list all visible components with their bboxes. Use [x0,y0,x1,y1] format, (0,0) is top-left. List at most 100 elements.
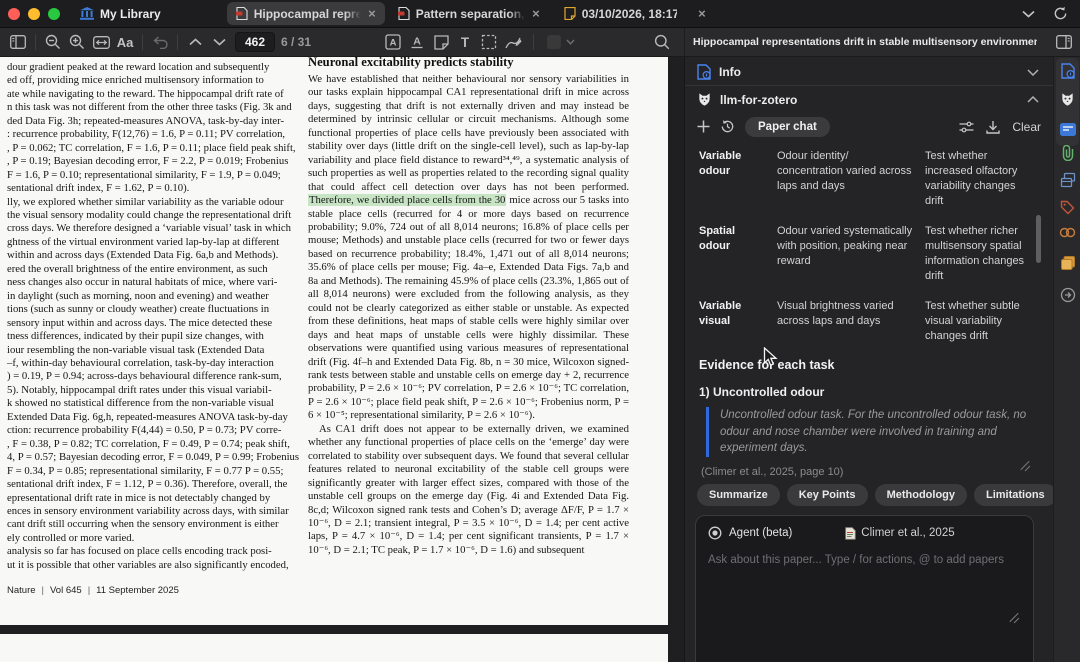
methodology-button[interactable]: Methodology [874,484,967,506]
close-tab-icon[interactable]: × [531,7,541,20]
info-section-label: Info [719,65,741,79]
evidence-citation[interactable]: (Climer et al., 2025, page 10) [701,466,1036,478]
clear-chat-button[interactable]: Clear [1012,120,1041,134]
tab-label: Pattern separation, patte [415,6,525,21]
zoom-out-icon[interactable] [41,31,65,53]
main-content: dour gradient peaked at the reward locat… [0,57,1080,662]
tab-my-library[interactable]: My Library [80,7,161,21]
toggle-context-pane-icon[interactable] [1052,31,1076,53]
new-chat-icon[interactable] [697,120,710,133]
tab-hippocampal-paper[interactable]: Hippocampal representa × [226,2,385,25]
strip-llm-plugin-icon[interactable] [1054,92,1080,107]
plugin-section-header[interactable]: llm-for-zotero [685,86,1053,113]
pdf-text-column-left: dour gradient peaked at the reward locat… [7,61,300,571]
tab-list-chevron-icon[interactable] [1022,10,1035,18]
context-pane: Info llm-for-zotero Paper chat Clear Var… [684,57,1053,662]
info-section-header[interactable]: Info [685,59,1053,86]
undo-icon[interactable] [148,31,172,53]
strip-abstract-icon[interactable] [1054,123,1080,136]
svg-text:A: A [413,36,421,48]
minimize-window-button[interactable] [28,7,40,20]
strip-related-icon[interactable] [1054,227,1080,238]
key-points-button[interactable]: Key Points [786,484,868,506]
pdf-page-footer: Nature | Vol 645 | 11 September 2025 [7,585,179,596]
pdf-file-icon [397,7,410,20]
table-cell-desc: Odour identity/ concentration varied acr… [777,150,912,192]
close-tab-icon[interactable]: × [367,7,377,20]
chat-toolbar: Paper chat Clear [685,113,1053,140]
pdf-page-current: dour gradient peaked at the reward locat… [0,57,668,625]
document-info-icon [697,64,711,80]
pdf-viewer[interactable]: dour gradient peaked at the reward locat… [0,57,684,662]
mouse-cursor [763,347,778,368]
agent-mode-radio-icon[interactable] [708,526,722,540]
window-controls [8,7,60,20]
limitations-button[interactable]: Limitations [974,484,1053,506]
panel-scrollbar-thumb[interactable] [1036,215,1041,263]
chat-settings-icon[interactable] [959,121,974,133]
chat-area-resize-handle[interactable] [1019,459,1031,472]
annotation-color-swatch[interactable] [542,31,566,53]
sync-icon[interactable] [1053,6,1068,21]
item-pane-icon-strip [1053,57,1080,662]
table-cell-purpose: Test whether subtle visual variability c… [925,300,1020,342]
library-icon [80,7,94,20]
chat-message-area[interactable]: Variable odour Odour identity/ concentra… [685,143,1053,483]
page-count-label: 6 / 31 [281,35,312,49]
fit-width-icon[interactable] [89,31,113,53]
previous-page-icon[interactable] [183,31,207,53]
title-bar: My Library Hippocampal representa × Patt… [0,0,1080,28]
collapse-plugin-chevron-icon[interactable] [1027,96,1039,103]
text-tool-icon[interactable]: T [453,31,477,53]
area-select-tool-icon[interactable] [477,31,501,53]
chat-input-card: Agent (beta) Climer et al., 2025 / T [695,515,1034,662]
close-tab-icon[interactable]: × [697,7,707,20]
zoom-window-button[interactable] [48,7,60,20]
next-page-icon[interactable] [207,31,231,53]
zoom-in-icon[interactable] [65,31,89,53]
table-cell-purpose: Test whether increased olfactory variabi… [925,150,1018,207]
reader-tabs: Hippocampal representa × Pattern separat… [226,0,715,28]
paper-chip-icon [845,526,856,540]
strip-locate-icon[interactable] [1054,287,1080,303]
search-icon[interactable] [650,31,674,53]
page-number-input[interactable] [235,32,275,52]
pdf-section-heading: Neuronal excitability predicts stability [308,57,514,69]
close-window-button[interactable] [8,7,20,20]
strip-notes-icon[interactable] [1054,255,1080,271]
draw-tool-icon[interactable] [501,31,525,53]
color-picker-chevron-icon[interactable] [566,39,575,45]
paper-chat-tab[interactable]: Paper chat [745,116,830,137]
strip-libraries-icon[interactable] [1054,172,1080,188]
underline-text-tool-icon[interactable]: A [405,31,429,53]
pdf-text-column-right: Neuronal excitability predicts stability… [308,57,629,556]
evidence-quote: Uncontrolled odour task. For the uncontr… [706,407,1036,457]
pdf-page-next [0,634,668,662]
collapse-info-chevron-icon[interactable] [1027,68,1039,76]
tab-pattern-separation-paper[interactable]: Pattern separation, patte × [389,2,549,25]
reader-toolbar: Aa 6 / 31 A A [0,28,1080,57]
tab-label: Hippocampal representa [253,6,362,21]
note-file-icon [564,7,576,20]
highlight-text-tool-icon[interactable]: A [381,31,405,53]
strip-tags-icon[interactable] [1054,200,1080,215]
chat-message-input[interactable] [708,554,1020,614]
tab-note[interactable]: 03/10/2026, 18:17:26 × [555,2,715,25]
strip-attachments-icon[interactable] [1054,145,1080,161]
summarize-button[interactable]: Summarize [697,484,780,506]
input-resize-handle[interactable] [1008,611,1020,624]
svg-text:A: A [390,38,397,49]
strip-info-icon[interactable] [1054,63,1080,79]
green-highlight-annotation[interactable]: Therefore, we divided place cells from t… [308,194,507,207]
toggle-sidebar-icon[interactable] [6,31,30,53]
pdf-file-icon [235,7,248,20]
evidence-item-title: 1) Uncontrolled odour [699,385,825,399]
agent-mode-label[interactable]: Agent (beta) [729,527,792,539]
appearance-icon[interactable]: Aa [113,31,137,53]
task-table: Variable odour Odour identity/ concentra… [699,149,1036,344]
note-tool-icon[interactable] [429,31,453,53]
library-tab-label: My Library [100,6,161,21]
export-chat-icon[interactable] [986,120,1001,134]
attached-paper-chip[interactable]: Climer et al., 2025 [845,526,955,540]
chat-history-icon[interactable] [720,119,735,134]
